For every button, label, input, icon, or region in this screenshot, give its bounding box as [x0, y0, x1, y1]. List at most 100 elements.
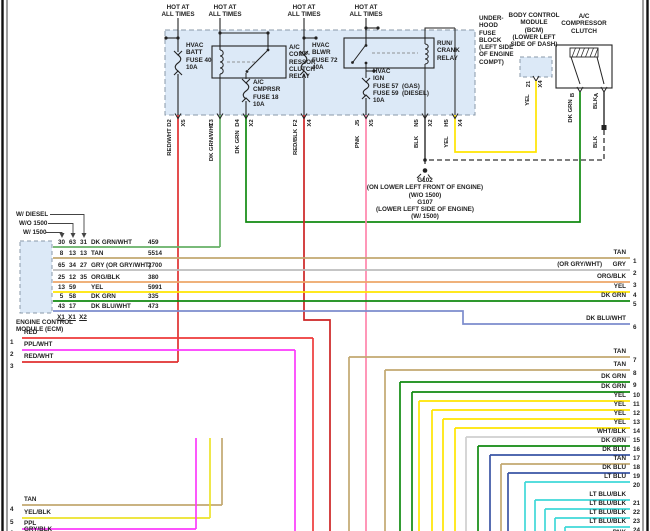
ecm-circuit-number: 335: [148, 293, 159, 300]
ecm-wire-color: TAN: [91, 250, 104, 257]
wire-label: TAN: [613, 249, 626, 256]
ecm-pin-number: 25: [57, 274, 65, 281]
wire-label: YEL: [613, 392, 626, 399]
wire-color-label: YEL: [525, 94, 532, 106]
hot-at-label-1: HOT AT ALL TIMES: [161, 4, 195, 19]
ecm-pin-number: 5: [59, 293, 64, 300]
row-number: 22: [633, 509, 641, 516]
wire-color-label: RED/WHT: [167, 128, 174, 156]
ecm-pin-number: 34: [68, 262, 76, 269]
hot-at-label-4: HOT AT ALL TIMES: [349, 4, 383, 19]
ecm-circuit-number: 473: [148, 303, 159, 310]
row-number: 4: [633, 292, 637, 299]
row-number: 11: [633, 401, 640, 408]
wire-label: DK GRN: [601, 437, 626, 444]
wire-label: YEL: [613, 283, 626, 290]
row-number: 9: [633, 382, 637, 389]
ecm-pin-number: 59: [68, 284, 76, 291]
ecm-pin-number: 12: [68, 274, 76, 281]
row-number: 20: [633, 482, 641, 489]
wire-color-label: BLK: [593, 135, 600, 149]
wire-label: LT BLU/BLK: [589, 491, 626, 498]
ecm-pin-number: 8: [59, 250, 64, 257]
wire-label: TAN: [613, 348, 626, 355]
ecm-pin-number: 31: [79, 239, 87, 246]
wire-redblk-f2: [303, 115, 331, 531]
ecm-wire-color: GRY (OR GRY/WHT): [91, 262, 151, 269]
row-number: 24: [633, 527, 641, 531]
wire-label: LT BLU/BLK: [589, 509, 626, 516]
ecm-circuit-number: 2700: [148, 262, 163, 269]
wire-label: PPL/WHT: [24, 341, 53, 348]
wire-blk-dashed: [425, 130, 605, 161]
row-number: 13: [633, 419, 641, 426]
row-number: 7: [633, 357, 637, 364]
row-number: 3: [10, 363, 14, 370]
wire-label: TAN: [613, 455, 626, 462]
row-number: 19: [633, 473, 641, 480]
hot-at-label-3: HOT AT ALL TIMES: [287, 4, 321, 19]
ecm-variant-diesel: W/ DIESEL: [16, 211, 49, 218]
row-number: 4: [10, 506, 14, 513]
wire-label: DK GRN: [601, 292, 626, 299]
wire-label: TAN: [24, 496, 37, 503]
row-number: 15: [633, 437, 641, 444]
wire-label: RED/WHT: [24, 353, 54, 360]
wire-label: LT BLU/BLK: [589, 518, 626, 525]
ecm-wire-color: ORG/BLK: [91, 274, 121, 281]
wire-label: YEL/BLK: [24, 509, 51, 516]
row-number: 17: [633, 455, 641, 462]
row-number: 14: [633, 428, 641, 435]
ground-label: G102 (ON LOWER LEFT FRONT OF ENGINE) (W/…: [366, 177, 484, 221]
row-number: 21: [633, 500, 641, 507]
wire-color-label: RED/BLK: [293, 128, 300, 156]
ecm-wire-color: YEL: [91, 284, 104, 291]
connector-id-label: X2: [249, 119, 256, 127]
ecm-pin-number: 65: [57, 262, 65, 269]
ecm-pin-number: 13: [57, 284, 65, 291]
ecm-wire-color: DK GRN: [91, 293, 116, 300]
wire-label: LT BLU: [604, 473, 626, 480]
ecm-pin-number: 35: [79, 274, 87, 281]
connector-id-label: X2: [428, 119, 435, 127]
ecm-variant-arrowheads: [59, 233, 87, 238]
wire-color-label: PNK: [355, 135, 362, 149]
row-number: 18: [633, 464, 641, 471]
ecm-pin-number: 30: [57, 239, 65, 246]
fuse-hvac-ign-note: (GAS) (DIESEL): [402, 83, 429, 98]
wire-color-label: DK GRN: [568, 99, 575, 123]
wire-label: YEL: [613, 419, 626, 426]
wire-label: YEL: [613, 410, 626, 417]
clutch-coil-hatch: [571, 47, 599, 58]
row-number: 12: [633, 410, 641, 417]
ecm-wire-color: DK BLU/WHT: [91, 303, 131, 310]
row-number: 5: [10, 519, 14, 526]
fuse-hvac-blwr-label: HVAC BLWR FUSE 72 40A: [312, 42, 338, 71]
wire-label: TAN: [613, 361, 626, 368]
wire-label: GRY/BLK: [24, 526, 53, 531]
ecm-pin-number: 13: [79, 250, 87, 257]
bcm-connector-label: X4: [538, 80, 545, 88]
row-number: 1: [10, 339, 14, 346]
connector-id-label: X4: [307, 119, 314, 127]
wire-label: DK BLU: [602, 446, 626, 453]
ecm-variant-wo1500: W/O 1500: [19, 220, 48, 227]
connector-id-label: X5: [369, 119, 376, 127]
ecm-circuit-number: 5991: [148, 284, 163, 291]
row-number: 6: [633, 324, 637, 331]
ecm-pin-number: 63: [68, 239, 76, 246]
fuse-ac-cmprsr-label: A/C CMPRSR FUSE 18 10A: [253, 79, 281, 108]
wire-label: DK BLU: [602, 464, 626, 471]
row-number: 1: [633, 258, 637, 265]
ground-symbol: [422, 168, 428, 173]
wire-label: ORG/BLK: [596, 273, 626, 280]
connector-id-label: X5: [181, 119, 188, 127]
row-number: 2: [10, 351, 14, 358]
ecm-pin-number: 27: [79, 262, 87, 269]
row-number: 2: [633, 270, 637, 277]
wire-label: DK GRN: [601, 373, 626, 380]
wire-color-label: DK GRN/WHT: [209, 122, 216, 162]
row-number: 16: [633, 446, 641, 453]
ecm-variant-leaders: [46, 214, 85, 233]
fuse-hvac-batt-label: HVAC BATT FUSE 40 10A: [186, 42, 212, 71]
